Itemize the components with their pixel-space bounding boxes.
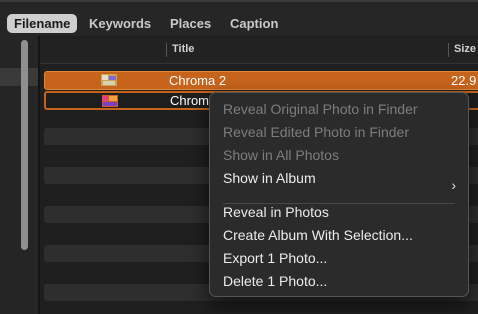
menu-item-reveal-edited: Reveal Edited Photo in Finder [223,124,409,140]
photo-thumbnail [101,74,117,86]
tab-caption[interactable]: Caption [223,14,285,33]
tab-filename[interactable]: Filename [7,14,78,33]
top-divider [0,0,478,2]
column-size[interactable]: Size [454,43,476,55]
column-separator[interactable] [166,43,167,57]
row-size: 22.9 [451,73,477,88]
chevron-right-icon: › [451,177,456,193]
row-title: Chrom [170,93,210,108]
menu-item-show-all-photos: Show in All Photos [223,147,339,163]
column-header: Title Size [40,38,478,64]
tab-keywords[interactable]: Keywords [82,14,158,33]
menu-item-show-in-album[interactable]: Show in Album [223,169,316,187]
sidebar-divider[interactable] [38,36,40,314]
tab-bar: Filename Keywords Places Caption [0,0,478,36]
menu-item-create-album[interactable]: Create Album With Selection... [223,226,413,244]
tab-places[interactable]: Places [163,14,218,33]
row-title: Chroma 2 [169,73,227,88]
sidebar-scrollbar[interactable] [21,40,28,250]
context-menu: Reveal Original Photo in Finder Reveal E… [209,92,469,297]
menu-item-reveal-original: Reveal Original Photo in Finder [223,101,418,117]
column-separator[interactable] [448,43,449,57]
menu-item-delete[interactable]: Delete 1 Photo... [223,272,327,290]
table-row[interactable]: Chroma 2 22.9 [44,71,478,90]
sidebar [0,36,40,314]
sidebar-selected-item[interactable] [0,68,40,86]
photo-thumbnail [102,95,118,107]
column-title[interactable]: Title [172,43,194,55]
menu-item-reveal-in-photos[interactable]: Reveal in Photos [223,203,329,221]
menu-item-export[interactable]: Export 1 Photo... [223,249,327,267]
